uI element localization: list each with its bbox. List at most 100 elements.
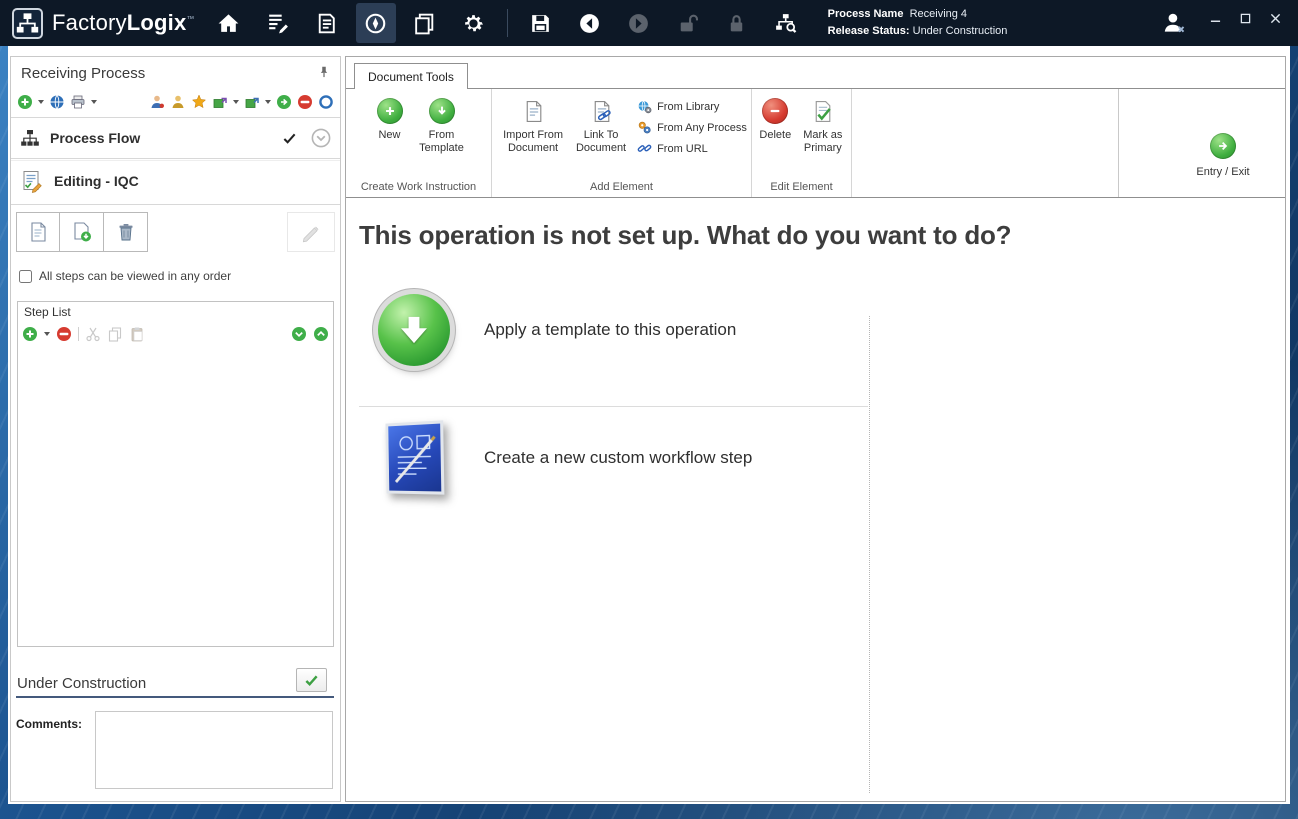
big-down-arrow-icon bbox=[378, 294, 450, 366]
maximize-button[interactable] bbox=[1232, 7, 1258, 29]
from-library-button[interactable]: From Library bbox=[637, 99, 747, 114]
pages-button[interactable] bbox=[405, 3, 445, 43]
step-list-empty-area[interactable] bbox=[18, 346, 333, 646]
chain-link-icon bbox=[637, 141, 652, 156]
from-url-button[interactable]: From URL bbox=[637, 141, 747, 156]
globe-link-button[interactable] bbox=[49, 94, 65, 110]
apply-template-option[interactable]: Apply a template to this operation bbox=[366, 294, 736, 366]
app-name: FactoryLogix™ bbox=[52, 10, 195, 36]
copy-button[interactable] bbox=[107, 326, 123, 342]
create-custom-step-option[interactable]: Create a new custom workflow step bbox=[366, 422, 752, 494]
info-ring-button[interactable] bbox=[318, 94, 334, 110]
back-button[interactable] bbox=[570, 3, 610, 43]
status-underline bbox=[16, 696, 334, 698]
operation-setup-content: This operation is not set up. What do yo… bbox=[346, 198, 1285, 801]
lock-button[interactable] bbox=[717, 3, 757, 43]
print-menu-caret-icon[interactable] bbox=[91, 100, 97, 104]
paste-button[interactable] bbox=[129, 326, 145, 342]
import-from-document-button[interactable]: Import From Document bbox=[496, 92, 570, 154]
document-template-icon bbox=[71, 221, 93, 243]
minimize-button[interactable] bbox=[1202, 7, 1228, 29]
forward-button[interactable] bbox=[619, 3, 659, 43]
titlebar: FactoryLogix™ bbox=[0, 0, 1298, 46]
link-to-document-button[interactable]: Link To Document bbox=[570, 92, 632, 154]
approve-status-button[interactable] bbox=[296, 668, 327, 692]
mark-as-primary-button[interactable]: Mark as Primary bbox=[797, 92, 849, 154]
green-check-icon bbox=[304, 673, 319, 688]
group-edit-element: Delete Mark as Primary Edit Element bbox=[752, 89, 852, 197]
toolbar-separator bbox=[78, 327, 79, 341]
expand-all-button[interactable] bbox=[291, 326, 307, 342]
new-document-button[interactable] bbox=[16, 212, 60, 252]
content-splitter[interactable] bbox=[869, 316, 870, 793]
any-order-checkbox[interactable] bbox=[19, 270, 32, 283]
edit-document-button[interactable] bbox=[287, 212, 335, 252]
apply-template-icon-cell bbox=[366, 294, 462, 366]
entry-exit-button[interactable]: Entry / Exit bbox=[1183, 133, 1263, 178]
home-button[interactable] bbox=[209, 3, 249, 43]
step-list-title: Step List bbox=[24, 305, 71, 319]
comments-input[interactable] bbox=[95, 711, 333, 789]
toolbar-separator bbox=[507, 9, 508, 37]
add-menu-caret-icon[interactable] bbox=[38, 100, 44, 104]
gear-icon bbox=[461, 11, 486, 36]
library-button[interactable] bbox=[307, 3, 347, 43]
package-in-caret-icon[interactable] bbox=[265, 100, 271, 104]
user-logout-icon bbox=[1161, 10, 1187, 36]
from-template-button[interactable]: From Template bbox=[413, 92, 471, 154]
activate-button[interactable] bbox=[276, 94, 292, 110]
collapse-all-button[interactable] bbox=[313, 326, 329, 342]
new-work-instruction-button[interactable]: New bbox=[367, 92, 413, 142]
titlebar-toolbar bbox=[209, 3, 806, 43]
no-entry-icon bbox=[762, 98, 788, 124]
group-create-work-instruction: New From Template Create Work Instructio… bbox=[346, 89, 492, 197]
options-divider bbox=[359, 406, 868, 407]
delete-label: Delete bbox=[759, 129, 791, 142]
add-button[interactable] bbox=[17, 94, 33, 110]
unlock-button[interactable] bbox=[668, 3, 708, 43]
package-out-caret-icon[interactable] bbox=[233, 100, 239, 104]
editing-row[interactable]: Editing - IQC bbox=[11, 161, 340, 201]
group-add-element: Import From Document Link To Document Fr… bbox=[492, 89, 752, 197]
process-search-button[interactable] bbox=[766, 3, 806, 43]
close-button[interactable] bbox=[1262, 7, 1288, 29]
save-button[interactable] bbox=[521, 3, 561, 43]
custom-step-icon-cell bbox=[366, 422, 462, 494]
person-gold-button[interactable] bbox=[170, 94, 186, 110]
right-arrow-circle-icon bbox=[1210, 133, 1236, 159]
logout-user-button[interactable] bbox=[1152, 3, 1196, 43]
factorylogix-logo-icon bbox=[12, 8, 43, 39]
add-step-caret-icon[interactable] bbox=[44, 332, 50, 336]
cut-button[interactable] bbox=[85, 326, 101, 342]
delete-document-button[interactable] bbox=[104, 212, 148, 252]
settings-button[interactable] bbox=[454, 3, 494, 43]
from-any-process-button[interactable]: From Any Process bbox=[637, 120, 747, 135]
block-button[interactable] bbox=[297, 94, 313, 110]
add-step-button[interactable] bbox=[22, 326, 38, 342]
pin-icon[interactable] bbox=[317, 65, 331, 79]
remove-step-button[interactable] bbox=[56, 326, 72, 342]
package-out-button[interactable] bbox=[212, 94, 228, 110]
assign-person-button[interactable] bbox=[149, 94, 165, 110]
new-document-icon bbox=[27, 221, 49, 243]
documents-stack-icon bbox=[314, 11, 339, 36]
tab-document-tools[interactable]: Document Tools bbox=[354, 63, 468, 89]
package-in-button[interactable] bbox=[244, 94, 260, 110]
compass-icon bbox=[363, 11, 388, 36]
user-area bbox=[1152, 3, 1298, 43]
clipboard-edit-icon bbox=[20, 169, 44, 193]
process-editor-button[interactable] bbox=[258, 3, 298, 43]
apply-template-document-button[interactable] bbox=[60, 212, 104, 252]
star-badge-button[interactable] bbox=[191, 94, 207, 110]
panel-title: Receiving Process bbox=[21, 65, 145, 82]
blueprint-icon bbox=[385, 420, 444, 494]
process-flow-label: Process Flow bbox=[50, 130, 282, 146]
process-flow-row[interactable]: Process Flow bbox=[11, 118, 340, 158]
print-button[interactable] bbox=[70, 94, 86, 110]
unlock-icon bbox=[675, 11, 700, 36]
mark-as-primary-label: Mark as Primary bbox=[797, 129, 849, 154]
collapse-circle-icon[interactable] bbox=[311, 128, 331, 148]
delete-element-button[interactable]: Delete bbox=[754, 92, 797, 142]
navigator-button[interactable] bbox=[356, 3, 396, 43]
apply-template-label: Apply a template to this operation bbox=[484, 320, 736, 340]
